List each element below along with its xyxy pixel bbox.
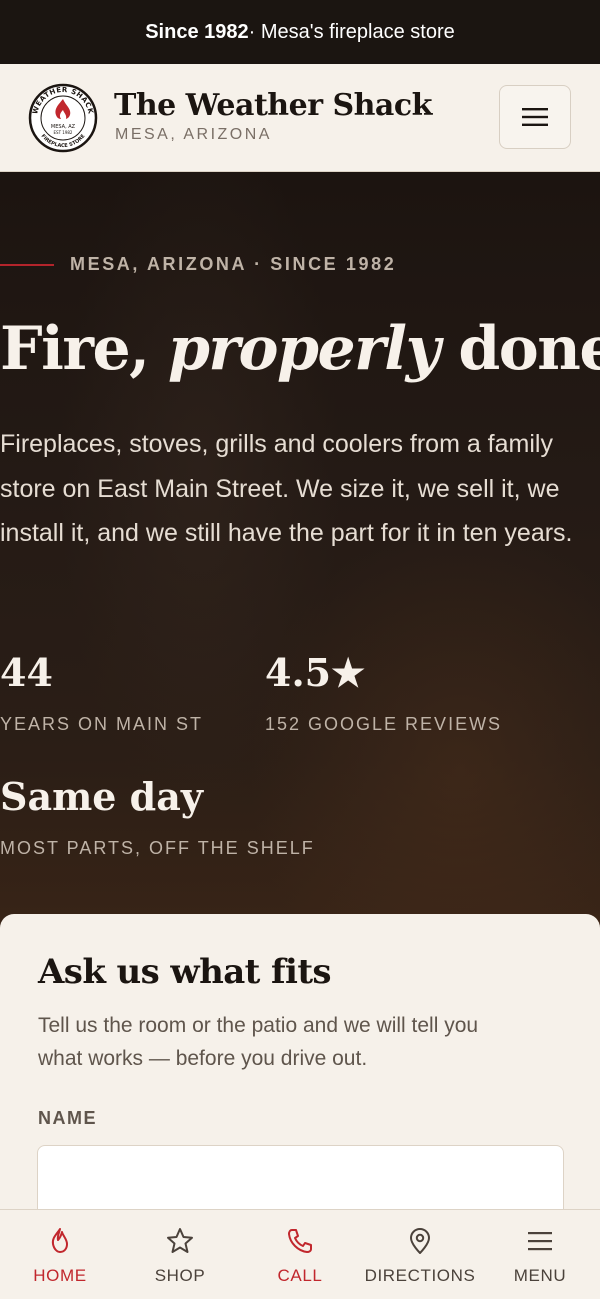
- contact-form-card: Ask us what fits Tell us the room or the…: [0, 914, 600, 1225]
- brand-name[interactable]: The Weather Shack: [114, 88, 432, 123]
- bottom-nav: HOME SHOP CALL DIRECTIONS MENU: [0, 1209, 600, 1299]
- stat-parts-value: Same day: [0, 774, 203, 819]
- star-icon: [167, 1228, 193, 1253]
- form-intro: Tell us the room or the patio and we wil…: [38, 1014, 479, 1070]
- eyebrow-text: MESA, ARIZONA · SINCE 1982: [70, 254, 397, 274]
- hamburger-icon: [522, 108, 548, 126]
- site-header: WEATHER SHACK FIREPLACE STORE MESA, AZ E…: [0, 64, 600, 172]
- nav-menu-label: MENU: [513, 1266, 567, 1285]
- logo-center-2: EST 1982: [54, 130, 73, 135]
- nav-directions-label: DIRECTIONS: [364, 1266, 476, 1285]
- headline-part-1: Fire,: [0, 314, 168, 384]
- hero-eyebrow: MESA, ARIZONA · SINCE 1982: [0, 254, 396, 275]
- announcement-text: · Mesa's fireplace store: [248, 20, 455, 43]
- nav-home[interactable]: HOME: [0, 1210, 120, 1299]
- menu-icon: [528, 1232, 552, 1251]
- stat-parts-label: MOST PARTS, OFF THE SHELF: [0, 838, 315, 858]
- nav-directions[interactable]: DIRECTIONS: [360, 1210, 480, 1299]
- headline-italic: properly: [167, 314, 440, 384]
- eyebrow-rule: [0, 263, 54, 266]
- menu-button[interactable]: [499, 85, 571, 149]
- phone-icon: [288, 1229, 312, 1253]
- stat-rating-value: 4.5★: [265, 650, 366, 695]
- store-logo[interactable]: WEATHER SHACK FIREPLACE STORE MESA, AZ E…: [28, 83, 98, 153]
- nav-menu[interactable]: MENU: [480, 1210, 600, 1299]
- hero-section: MESA, ARIZONA · SINCE 1982 Fire, properl…: [0, 172, 600, 952]
- hero-headline: Fire, properly done.: [0, 314, 600, 384]
- stat-rating-label: 152 GOOGLE REVIEWS: [265, 714, 503, 734]
- nav-call[interactable]: CALL: [240, 1210, 360, 1299]
- form-title: Ask us what fits: [38, 952, 332, 992]
- nav-call-label: CALL: [277, 1266, 323, 1285]
- announcement-bar: Since 1982 · Mesa's fireplace store: [0, 0, 600, 64]
- nav-shop-label: SHOP: [154, 1266, 206, 1285]
- name-label: NAME: [38, 1108, 97, 1128]
- flame-icon: [51, 1228, 68, 1253]
- brand-location: MESA, ARIZONA: [115, 126, 272, 143]
- nav-shop[interactable]: SHOP: [120, 1210, 240, 1299]
- nav-home-label: HOME: [33, 1266, 87, 1285]
- map-pin-icon: [410, 1228, 430, 1254]
- hero-lede: Fireplaces, stoves, grills and coolers f…: [0, 430, 573, 547]
- headline-part-2: done.: [458, 314, 600, 384]
- announcement-strong: Since 1982: [145, 20, 249, 43]
- stat-years-value: 44: [0, 650, 53, 695]
- stat-years-label: YEARS ON MAIN ST: [0, 714, 204, 734]
